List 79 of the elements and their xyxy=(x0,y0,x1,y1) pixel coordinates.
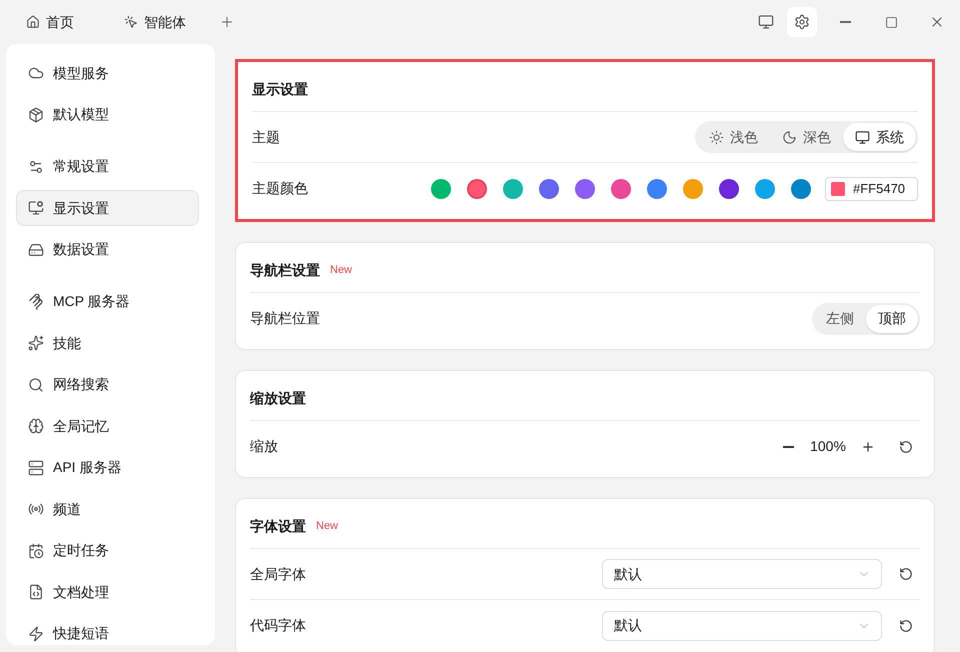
monitor-icon xyxy=(855,130,870,144)
lightning-icon xyxy=(28,626,44,642)
color-swatch[interactable] xyxy=(755,178,775,198)
sidebar-item[interactable]: 定时任务 xyxy=(16,532,199,568)
home-icon xyxy=(26,15,40,29)
sidebar-item[interactable]: 网络搜索 xyxy=(16,366,199,402)
color-swatch[interactable] xyxy=(719,178,739,198)
segment-option[interactable]: 浅色 xyxy=(697,123,770,151)
section-title: 显示设置 xyxy=(252,80,308,99)
sun-icon xyxy=(709,130,724,144)
zoom-value: 100% xyxy=(810,437,846,456)
color-swatch[interactable] xyxy=(683,178,703,198)
minimize-icon xyxy=(840,21,850,23)
segment-option[interactable]: 深色 xyxy=(770,123,843,151)
setting-label: 主题颜色 xyxy=(252,179,308,198)
section-title: 导航栏设置 xyxy=(250,261,320,280)
color-input[interactable]: #FF5470 xyxy=(825,176,918,200)
sidebar-item[interactable]: 常规设置 xyxy=(16,148,199,184)
monitor-gear-icon xyxy=(28,200,44,216)
sidebar-item[interactable]: 默认模型 xyxy=(16,96,199,132)
setting-label: 导航栏位置 xyxy=(250,309,320,328)
plus-icon xyxy=(219,14,235,30)
sidebar-item[interactable]: 频道 xyxy=(16,491,199,527)
box-icon xyxy=(28,106,44,122)
maximize-icon xyxy=(884,16,898,28)
setting-label: 全局字体 xyxy=(250,564,306,584)
new-label: New xyxy=(330,263,352,278)
broadcast-icon xyxy=(28,501,44,517)
sidebar-item[interactable]: 文档处理 xyxy=(16,574,199,610)
drive-icon xyxy=(28,242,44,258)
sidebar-item[interactable]: 全局记忆 xyxy=(16,408,199,444)
server-icon xyxy=(28,460,44,476)
cursor-click-icon xyxy=(124,15,138,29)
sidebar-item[interactable]: MCP 服务器 xyxy=(16,284,199,320)
color-preview-icon xyxy=(831,182,845,196)
sidebar-item[interactable]: 技能 xyxy=(16,325,199,361)
color-swatch[interactable] xyxy=(431,178,451,198)
reset-icon xyxy=(899,618,913,632)
section-title: 缩放设置 xyxy=(250,389,306,408)
color-swatch[interactable] xyxy=(647,178,667,198)
settings-icon xyxy=(794,14,810,30)
segment-option[interactable]: 顶部 xyxy=(866,304,918,332)
minus-icon xyxy=(782,446,794,448)
moon-icon xyxy=(782,130,797,144)
color-swatch[interactable] xyxy=(503,178,523,198)
font-select[interactable]: 默认 xyxy=(602,559,882,589)
color-swatch[interactable] xyxy=(575,178,595,198)
font-select[interactable]: 默认 xyxy=(602,610,882,640)
code-file-icon xyxy=(28,584,44,600)
sidebar-item[interactable]: 数据设置 xyxy=(16,232,199,268)
setting-label: 缩放 xyxy=(250,437,278,456)
plus-icon xyxy=(861,440,875,454)
sliders-icon xyxy=(28,158,44,174)
setting-label: 主题 xyxy=(252,128,280,146)
search-icon xyxy=(28,376,44,392)
sidebar-item[interactable]: 快捷短语 xyxy=(16,616,199,652)
reset-icon xyxy=(899,440,913,454)
calendar-clock-icon xyxy=(28,542,44,558)
monitor-icon xyxy=(758,14,774,30)
sparkle-icon xyxy=(28,335,44,351)
segment-option[interactable]: 系统 xyxy=(843,123,916,151)
settings-button[interactable] xyxy=(787,7,817,37)
reset-icon xyxy=(899,567,913,581)
brain-icon xyxy=(28,418,44,434)
sidebar-item[interactable]: 显示设置 xyxy=(16,190,199,226)
cloud-icon xyxy=(28,65,44,81)
tab[interactable]: 首页 xyxy=(18,7,82,37)
segment-option[interactable]: 左侧 xyxy=(814,304,866,332)
new-label: New xyxy=(316,519,338,534)
color-swatch[interactable] xyxy=(611,178,631,198)
color-swatch[interactable] xyxy=(791,178,811,198)
tab[interactable]: 智能体 xyxy=(116,7,194,37)
section-title: 字体设置 xyxy=(250,517,306,536)
sidebar-item[interactable]: 模型服务 xyxy=(16,55,199,91)
color-swatch[interactable] xyxy=(467,178,487,198)
sidebar-item[interactable]: API 服务器 xyxy=(16,450,199,486)
coil-icon xyxy=(28,294,44,310)
color-swatch[interactable] xyxy=(539,178,559,198)
setting-label: 代码字体 xyxy=(250,616,306,635)
